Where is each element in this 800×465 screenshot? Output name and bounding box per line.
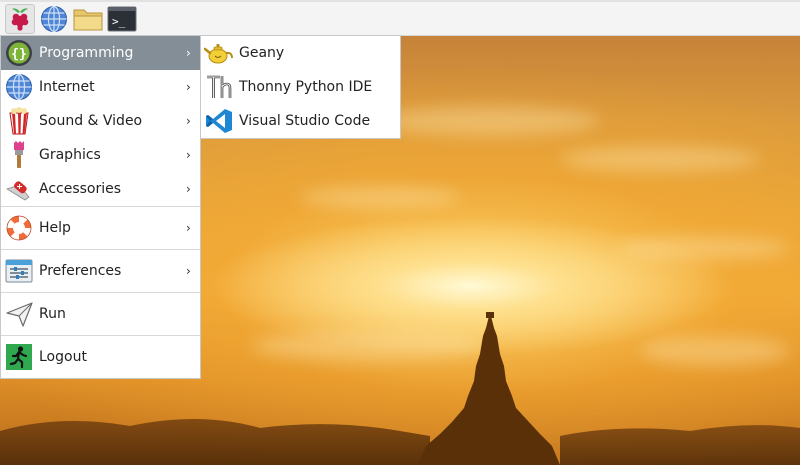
raspberry-menu-button[interactable] [5,3,35,34]
accessories-knife-icon [4,174,34,204]
main-menu: {} Programming › Internet › Sound & Vide… [0,35,201,379]
file-manager-button[interactable] [73,4,103,34]
web-browser-icon [41,5,67,32]
menu-item-run[interactable]: Run [1,293,200,335]
menu-item-label: Programming [39,45,134,61]
menu-item-accessories[interactable]: Accessories › [1,172,200,206]
menu-item-label: Run [39,306,66,322]
submenu-arrow-icon: › [186,46,191,60]
menu-item-label: Help [39,220,71,236]
menu-item-label: Sound & Video [39,113,143,129]
submenu-item-vscode[interactable]: Visual Studio Code [201,104,400,138]
file-manager-icon [73,9,103,30]
submenu-item-thonny[interactable]: Thonny Python IDE [201,70,400,104]
menu-item-internet[interactable]: Internet › [1,70,200,104]
raspberry-menu-icon [11,7,29,31]
menu-item-sound-video[interactable]: Sound & Video › [1,104,200,138]
programming-submenu: Geany Thonny Python IDE Visual Studio Co… [200,35,401,139]
terminal-glyph: >_ [112,15,126,28]
run-paperplane-icon [4,299,34,329]
terminal-icon: >_ [107,6,137,31]
submenu-item-label: Thonny Python IDE [239,79,373,95]
svg-text:{}: {} [11,47,27,62]
terminal-button[interactable]: >_ [107,4,137,34]
menu-item-label: Preferences [39,263,122,279]
preferences-icon [4,256,34,286]
menu-item-programming[interactable]: {} Programming › [1,36,200,70]
submenu-arrow-icon: › [186,114,191,128]
menu-item-label: Logout [39,349,87,365]
top-panel: >_ [0,0,800,36]
submenu-item-label: Geany [239,45,285,61]
menu-item-logout[interactable]: Logout [1,336,200,378]
programming-icon: {} [4,38,34,68]
internet-globe-icon [4,72,34,102]
submenu-arrow-icon: › [186,264,191,278]
menu-item-label: Accessories [39,181,122,197]
vscode-icon [204,106,234,136]
sound-video-icon [4,106,34,136]
menu-item-label: Graphics [39,147,101,163]
menu-item-graphics[interactable]: Graphics › [1,138,200,172]
submenu-arrow-icon: › [186,182,191,196]
help-lifebuoy-icon [4,213,34,243]
submenu-arrow-icon: › [186,80,191,94]
geany-teapot-icon [204,38,234,68]
menu-item-label: Internet [39,79,95,95]
thonny-icon [204,72,234,102]
submenu-arrow-icon: › [186,148,191,162]
submenu-item-label: Visual Studio Code [239,113,371,129]
graphics-brush-icon [4,140,34,170]
submenu-arrow-icon: › [186,221,191,235]
submenu-item-geany[interactable]: Geany [201,36,400,70]
web-browser-button[interactable] [39,4,69,34]
menu-item-preferences[interactable]: Preferences › [1,250,200,292]
menu-item-help[interactable]: Help › [1,207,200,249]
logout-exit-icon [4,342,34,372]
